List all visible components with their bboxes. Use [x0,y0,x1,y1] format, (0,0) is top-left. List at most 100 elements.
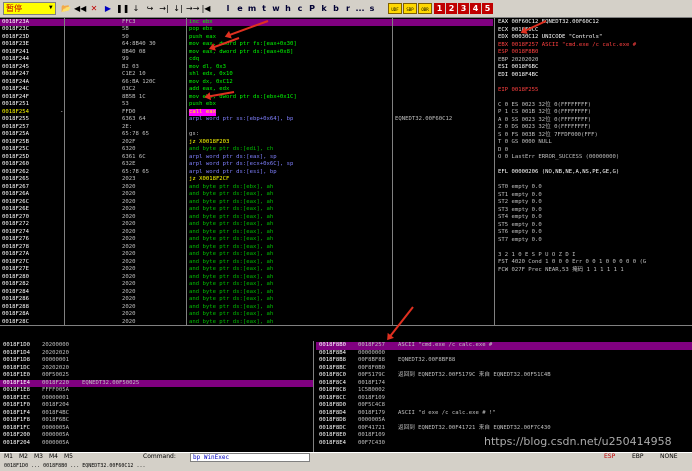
stack-row[interactable]: 0018F8CC 0018F109 [316,395,692,403]
stack-row[interactable]: 0018F8C4 0018F174 [316,380,692,388]
dump-row[interactable]: 0018F1E8 FFFF005A [0,387,313,395]
toolbar-number-3-button[interactable]: 3 [458,3,469,14]
dump-row[interactable]: 0018F200 0000005A [0,432,313,440]
dump-row[interactable]: 0018F1D0 20200000 [0,342,313,350]
dump-row[interactable]: 0018F1F8 0018F6BC [0,417,313,425]
dump-row[interactable]: 0018F1F0 0018F204 [0,402,313,410]
disasm-row[interactable]: 0018F241 8B40 08 mov eax, dword ptr ds:[ea… [0,49,493,57]
toolbar-number-4-button[interactable]: 4 [470,3,481,14]
disasm-row[interactable]: 0018F27C 2020 and byte ptr ds:[eax], ah [0,259,493,267]
toolbar-view-12-button[interactable]: ... [354,2,366,15]
disasm-row[interactable]: 0018F26A 2020 and byte ptr ds:[eax], ah [0,191,493,199]
dump-row[interactable]: 0018F1D8 00000001 [0,357,313,365]
toolbar-view-10-button[interactable]: b [330,2,342,15]
open-icon[interactable]: 📂 [60,2,72,15]
disasm-row[interactable]: 0018F244 99 cdq [0,56,493,64]
trace-into-icon[interactable]: →| [158,2,170,15]
stack-row[interactable]: 0018F8BC 00F8F0B0 [316,365,692,373]
memory-tab-m3[interactable]: M3 [34,454,43,460]
disasm-row[interactable]: 0018F254 - FFD0 call eax [0,108,493,116]
cmd-mode-ebp[interactable]: EBP [632,454,644,460]
dump-row[interactable]: 0018F1EC 00000001 [0,395,313,403]
memory-tab-m1[interactable]: M1 [4,454,13,460]
disasm-row[interactable]: 0018F274 2020 and byte ptr ds:[eax], ah [0,229,493,237]
toolbar-number-1-button[interactable]: 1 [434,3,445,14]
close-icon[interactable]: ✕ [88,2,100,15]
status-dropdown-icon[interactable]: ▼ [49,5,53,11]
disasm-row[interactable]: 0018F23A FFC3 inc ebx [0,18,493,26]
toolbar-number-5-button[interactable]: 5 [482,3,493,14]
disasm-row[interactable]: 0018F245 B2 03 mov dl, 0x3 [0,64,493,72]
disasm-row[interactable]: 0018F267 2020 and byte ptr ds:[ebx], ah [0,184,493,192]
toolbar-view-5-button[interactable]: w [270,2,282,15]
disasm-row[interactable]: 0018F257 2E: [0,124,493,132]
toolbar-view-7-button[interactable]: c [294,2,306,15]
toolbar-view-4-button[interactable]: t [258,2,270,15]
disasm-row[interactable]: 0018F265 2023 jz X0018F2CF [0,176,493,184]
dump-row[interactable]: 0018F1D4 20202020 [0,350,313,358]
toolbar-view-1-button[interactable]: l [222,2,234,15]
memory-tab-m5[interactable]: M5 [64,454,73,460]
stack-row[interactable]: 0018F8C0 00F5179C 返回到 EQNEDT32.00F5179C 来自… [316,372,692,380]
disasm-row[interactable]: 0018F24C 03C2 add eax, edx [0,86,493,94]
disasm-row[interactable]: 0018F23D 50 push eax [0,34,493,42]
plugin-sbp-button[interactable]: SBP [403,3,417,14]
disasm-row[interactable]: 0018F288 2020 and byte ptr ds:[eax], ah [0,304,493,312]
dump-row[interactable]: 0018F1F4 0018F4BC [0,410,313,418]
dump-row[interactable]: 0018F1DC 20202020 [0,365,313,373]
stack-row[interactable]: 0018F8B8 00F8BF88 EQNEDT32.00F8BF88 [316,357,692,365]
cmd-mode-esp[interactable]: ESP [604,454,615,460]
pause-icon[interactable]: ❚❚ [116,2,129,15]
disasm-row[interactable]: 0018F27E 2020 and byte ptr ds:[eax], ah [0,266,493,274]
disasm-row[interactable]: 0018F25D 6361 6C arpl word ptr ds:[eax], s… [0,154,493,162]
pane-splitter-horizontal[interactable] [0,325,692,341]
rewind-icon[interactable]: ◀◀ [74,2,86,15]
toolbar-view-9-button[interactable]: k [318,2,330,15]
disasm-row[interactable]: 0018F247 C1E2 10 shl edx, 0x10 [0,71,493,79]
toolbar-number-2-button[interactable]: 2 [446,3,457,14]
run-icon[interactable]: ▶ [102,2,114,15]
memory-tab-m4[interactable]: M4 [49,454,58,460]
disasm-row[interactable]: 0018F280 2020 and byte ptr ds:[eax], ah [0,274,493,282]
step-into-icon[interactable]: ↓ [130,2,142,15]
toolbar-view-13-button[interactable]: s [366,2,378,15]
disasm-row[interactable]: 0018F24F 8B5B 1C mov ebx, dword ptr ds:[eb… [0,94,493,102]
plugin-obr-button[interactable]: OBR [418,3,432,14]
disasm-row[interactable]: 0018F255 6363 64 arpl word ptr ss:[ebp+0x6… [0,116,493,124]
toolbar-view-6-button[interactable]: h [282,2,294,15]
toolbar-view-3-button[interactable]: m [246,2,258,15]
stack-row[interactable]: 0018F8D8 0000005A [316,417,692,425]
disasm-row[interactable]: 0018F260 632E arpl word ptr ds:[ecx+0x6C],… [0,161,493,169]
disasm-row[interactable]: 0018F26C 2020 and byte ptr ds:[eax], ah [0,199,493,207]
disasm-row[interactable]: 0018F278 2020 and byte ptr ds:[eax], ah [0,244,493,252]
disasm-row[interactable]: 0018F26E 2020 and byte ptr ds:[eax], ah [0,206,493,214]
execute-till-return-icon[interactable]: →→ [186,2,199,15]
stack-row[interactable]: 0018F8DC 00F41721 返回到 EQNEDT32.00F41721 来自… [316,425,692,433]
disasm-row[interactable]: 0018F25A 65:78 65 gs: [0,131,493,139]
disasm-row[interactable]: 0018F25B 202F jz X0018F203 [0,138,493,146]
disasm-row[interactable]: 0018F282 2020 and byte ptr ds:[eax], ah [0,281,493,289]
stack-row[interactable]: 0018F8B0 0018F257 ASCII "cmd.exe /c calc.e… [316,342,692,350]
stack-row[interactable]: 0018F8D4 0018F179 ASCII "d exe /c calc.exe… [316,410,692,418]
memory-tab-m2[interactable]: M2 [19,454,28,460]
dump-row[interactable]: 0018F1FC 0000005A [0,425,313,433]
disasm-row[interactable]: 0018F23E 64:8B40 30 mov eax, dword ptr fs:… [0,41,493,49]
disasm-row[interactable]: 0018F24A 66:BA 120C mov dx, 0xC12 [0,79,493,87]
step-over-icon[interactable]: ↪ [144,2,156,15]
cmd-mode-none[interactable]: NONE [660,454,678,460]
dump-row[interactable]: 0018F1E0 00F50025 [0,372,313,380]
toolbar-view-11-button[interactable]: r [342,2,354,15]
disasm-row[interactable]: 0018F284 2020 and byte ptr ds:[eax], ah [0,289,493,297]
command-input[interactable]: bp WinExec [190,453,310,462]
dump-row[interactable]: 0018F1E4 0018F220 EQNEDT32.00F50025 [0,379,313,387]
disasm-row[interactable]: 0018F286 2020 and byte ptr ds:[eax], ah [0,296,493,304]
toolbar-view-8-button[interactable]: P [306,2,318,15]
disasm-row[interactable]: 0018F272 2020 and byte ptr ds:[eax], ah [0,221,493,229]
disasm-row[interactable]: 0018F251 53 push ebx [0,101,493,109]
disasm-row[interactable]: 0018F28A 2020 and byte ptr ds:[eax], ah [0,311,493,319]
trace-over-icon[interactable]: ↓| [172,2,184,15]
disasm-row[interactable]: 0018F25C 6320 and byte ptr ds:[edi], ch [0,146,493,154]
disasm-row[interactable]: 0018F270 2020 and byte ptr ds:[eax], ah [0,214,493,222]
plugin-udf-button[interactable]: UDF [388,3,402,14]
dump-row[interactable]: 0018F204 0000005A [0,440,313,448]
